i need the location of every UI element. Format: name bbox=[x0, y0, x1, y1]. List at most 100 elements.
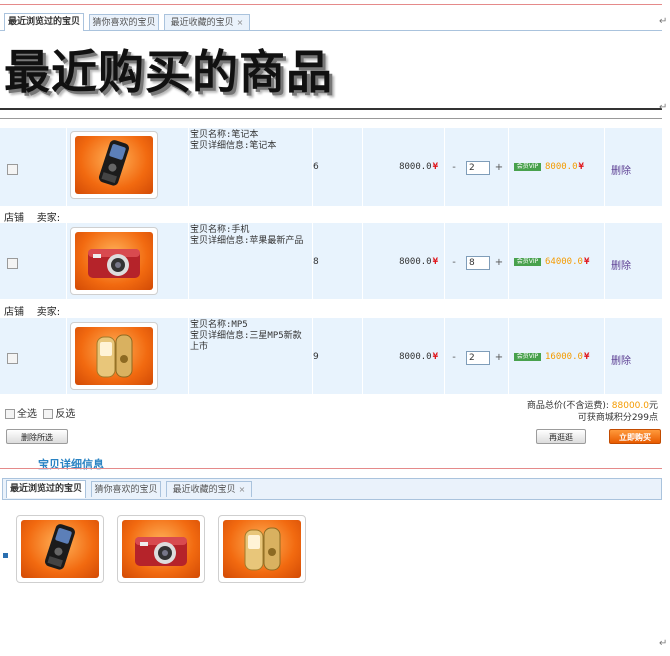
continue-shopping-button[interactable]: 再逛逛 bbox=[536, 429, 586, 444]
detail-heading: 宝贝详细信息 bbox=[38, 458, 104, 471]
tab-guess-like[interactable]: 猜你喜欢的宝贝 bbox=[91, 481, 161, 497]
tab-label: 猜你喜欢的宝贝 bbox=[94, 485, 158, 495]
increment-button[interactable]: + bbox=[494, 351, 504, 365]
tab-label: 最近浏览过的宝贝 bbox=[9, 484, 82, 494]
tab-recent-viewed[interactable]: 最近浏览过的宝贝 bbox=[6, 480, 86, 498]
product-thumbnail[interactable] bbox=[70, 227, 158, 295]
bullet-marker-icon bbox=[3, 553, 8, 558]
camera-icon bbox=[135, 537, 187, 566]
product-name: 宝贝名称:手机 bbox=[190, 225, 250, 235]
invert-selection-label[interactable]: 反选 bbox=[55, 409, 75, 420]
paragraph-mark-icon: ↵ bbox=[659, 102, 668, 113]
order-total: 商品总价(不含运费): 88000.0元 可获商城积分299点 bbox=[527, 400, 658, 424]
tab-label: 最近收藏的宝贝 bbox=[170, 18, 234, 28]
row-checkbox[interactable] bbox=[7, 353, 18, 364]
mp5-icon bbox=[96, 334, 133, 378]
shop-seller-label: 店铺 卖家: bbox=[4, 209, 60, 224]
tab-label: 最近浏览过的宝贝 bbox=[7, 17, 80, 27]
product-thumbnail[interactable] bbox=[70, 131, 158, 199]
vip-price-text: 8000.0 bbox=[545, 162, 578, 172]
price-text: 8000.0 bbox=[399, 352, 432, 362]
delete-selected-button[interactable]: 删除所选 bbox=[6, 429, 68, 444]
product-name: 宝贝名称:笔记本 bbox=[190, 130, 259, 140]
cell bbox=[312, 223, 363, 299]
decrement-button[interactable]: - bbox=[449, 351, 459, 365]
vip-badge: 会员VIP bbox=[514, 258, 541, 266]
invert-selection-checkbox[interactable] bbox=[43, 409, 54, 419]
vip-badge: 会员VIP bbox=[514, 163, 541, 171]
product-detail: 宝贝详细信息:笔记本 bbox=[190, 141, 277, 151]
product-detail: 宝贝详细信息:三星MP5新款上市 bbox=[190, 331, 302, 352]
cell bbox=[312, 318, 363, 394]
total-value: 88000.0 bbox=[611, 401, 649, 411]
recent-tabs-bottom: 最近浏览过的宝贝 猜你喜欢的宝贝 最近收藏的宝贝 × bbox=[0, 478, 662, 500]
quantity-input[interactable]: 8 bbox=[466, 256, 490, 270]
seller-label: 卖家: bbox=[36, 307, 61, 318]
tab-recent-viewed[interactable]: 最近浏览过的宝贝 bbox=[4, 13, 84, 31]
title-divider bbox=[0, 108, 662, 110]
select-all-checkbox[interactable] bbox=[5, 409, 15, 419]
delete-link[interactable]: 删除 bbox=[611, 257, 631, 272]
quantity-value: 6 bbox=[313, 162, 319, 172]
quantity-value: 9 bbox=[313, 352, 319, 362]
recent-thumbnail[interactable] bbox=[117, 515, 205, 583]
row-checkbox[interactable] bbox=[7, 164, 18, 175]
vip-price-text: 16000.0 bbox=[545, 352, 583, 362]
mp5-icon bbox=[244, 527, 281, 571]
delete-link[interactable]: 删除 bbox=[611, 352, 631, 367]
decrement-button[interactable]: - bbox=[449, 161, 459, 175]
paragraph-mark-icon: ↵ bbox=[659, 16, 668, 27]
tab-label: 最近收藏的宝贝 bbox=[172, 485, 236, 495]
table-top-line bbox=[0, 118, 662, 119]
cart-row: 宝贝名称:MP5 宝贝详细信息:三星MP5新款上市 9 8000.0¥ - 2 … bbox=[0, 318, 662, 394]
select-all-label[interactable]: 全选 bbox=[17, 409, 37, 420]
unit-price: 8000.0¥ bbox=[380, 352, 438, 362]
vip-price: 8000.0¥ bbox=[545, 162, 584, 172]
product-detail: 宝贝详细信息:苹果最新产品 bbox=[190, 236, 304, 246]
recent-tabs-top: 最近浏览过的宝贝 猜你喜欢的宝贝 最近收藏的宝贝 × bbox=[0, 11, 662, 33]
increment-button[interactable]: + bbox=[494, 256, 504, 270]
product-description: 宝贝名称:手机 宝贝详细信息:苹果最新产品 bbox=[190, 225, 310, 247]
points-line: 可获商城积分299点 bbox=[577, 413, 658, 423]
vip-badge: 会员VIP bbox=[514, 353, 541, 361]
quantity-input[interactable]: 2 bbox=[466, 351, 490, 365]
decrement-button[interactable]: - bbox=[449, 256, 459, 270]
product-thumbnail[interactable] bbox=[70, 322, 158, 390]
close-icon[interactable]: × bbox=[237, 18, 244, 27]
currency-symbol: ¥ bbox=[432, 257, 438, 267]
shop-seller-label: 店铺 卖家: bbox=[4, 303, 60, 318]
tab-label: 猜你喜欢的宝贝 bbox=[92, 18, 156, 28]
currency-symbol: ¥ bbox=[432, 352, 438, 362]
close-icon[interactable]: × bbox=[239, 485, 246, 494]
row-checkbox[interactable] bbox=[7, 258, 18, 269]
cell bbox=[312, 128, 363, 206]
phone-icon bbox=[98, 140, 129, 186]
detail-divider bbox=[0, 468, 662, 469]
total-line: 商品总价(不含运费): 88000.0元 bbox=[527, 400, 658, 412]
recent-thumbnail[interactable] bbox=[16, 515, 104, 583]
total-label: 商品总价(不含运费): bbox=[526, 401, 609, 411]
quantity-input[interactable]: 2 bbox=[466, 161, 490, 175]
recent-thumbnail[interactable] bbox=[218, 515, 306, 583]
buy-now-button[interactable]: 立即购买 bbox=[609, 429, 661, 444]
cart-row: 宝贝名称:手机 宝贝详细信息:苹果最新产品 8 8000.0¥ - 8 + 会员… bbox=[0, 223, 662, 299]
currency-symbol: ¥ bbox=[583, 257, 590, 267]
product-name: 宝贝名称:MP5 bbox=[190, 320, 248, 330]
tab-guess-like[interactable]: 猜你喜欢的宝贝 bbox=[89, 14, 159, 30]
product-description: 宝贝名称:MP5 宝贝详细信息:三星MP5新款上市 bbox=[190, 320, 310, 353]
increment-button[interactable]: + bbox=[494, 161, 504, 175]
vip-price: 16000.0¥ bbox=[545, 352, 589, 362]
currency-symbol: ¥ bbox=[578, 162, 584, 172]
top-divider bbox=[0, 4, 662, 5]
tab-recent-favorites[interactable]: 最近收藏的宝贝 × bbox=[166, 481, 252, 497]
select-controls: 全选 反选 bbox=[5, 405, 75, 420]
phone-icon bbox=[44, 524, 75, 570]
tab-recent-favorites[interactable]: 最近收藏的宝贝 × bbox=[164, 14, 250, 30]
product-description: 宝贝名称:笔记本 宝贝详细信息:笔记本 bbox=[190, 130, 310, 152]
currency-symbol: ¥ bbox=[432, 162, 438, 172]
shop-label: 店铺 bbox=[4, 307, 24, 318]
quantity-value: 8 bbox=[313, 257, 319, 267]
delete-link[interactable]: 删除 bbox=[611, 162, 631, 177]
price-text: 8000.0 bbox=[399, 257, 432, 267]
unit-price: 8000.0¥ bbox=[380, 162, 438, 172]
